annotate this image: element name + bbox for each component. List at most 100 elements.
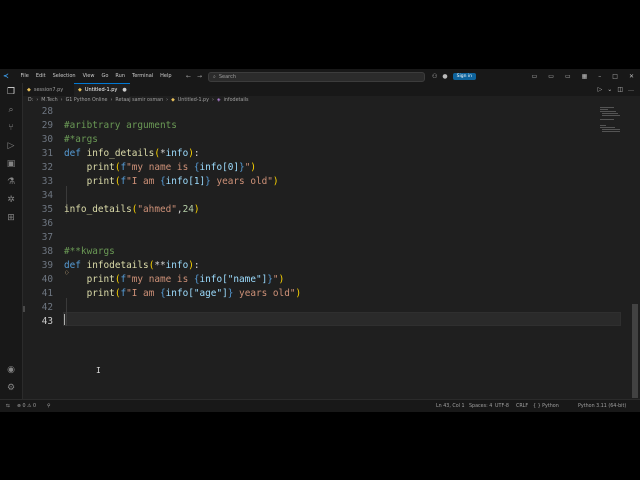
line-number: 30 — [41, 134, 53, 145]
testing-icon[interactable]: ⚗ — [5, 176, 17, 188]
text-cursor — [64, 314, 65, 325]
code-line[interactable]: 28 — [23, 105, 623, 119]
remote-indicator-icon[interactable]: ⇆ — [6, 400, 10, 412]
code-line[interactable]: 34 — [23, 189, 623, 203]
menu-edit[interactable]: Edit — [32, 73, 49, 79]
layout-sidebar-icon[interactable]: ▭ — [532, 73, 538, 80]
breadcrumb: D: › M.Tech › G1 Python Online › Retaaj sam… — [28, 98, 249, 103]
command-center-search[interactable]: ⌕ Search — [208, 72, 425, 82]
tab-label: Untitled-1.py — [84, 87, 118, 93]
ports-icon[interactable]: ⚲ — [47, 400, 51, 412]
layout-customize-icon[interactable]: ▦ — [582, 73, 588, 80]
account-icon[interactable]: ● — [442, 73, 447, 80]
status-bar: ⇆ ⊗ 0 ⚠ 0 ⚲ Ln 43, Col 1 Spaces: 4 UTF-8… — [0, 399, 640, 412]
code-line[interactable]: 40 print(f"my name is {info["name"]}") — [23, 273, 623, 287]
breadcrumb-item[interactable]: Retaaj samir osman — [115, 98, 163, 103]
problems-indicator[interactable]: ⊗ 0 ⚠ 0 — [17, 400, 36, 412]
line-text: def info_details(*info): — [64, 148, 200, 159]
line-number: 29 — [41, 120, 53, 131]
accounts-icon[interactable]: ◉ — [5, 364, 17, 376]
mouse-ibeam-icon: I — [96, 366, 101, 375]
line-number: 43 — [41, 316, 53, 327]
lightbulb-icon[interactable]: ◌ — [65, 269, 69, 276]
cursor-position[interactable]: Ln 43, Col 1 — [436, 400, 465, 412]
function-symbol-icon: ◈ — [216, 98, 221, 103]
layout-panel-icon[interactable]: ▭ — [548, 73, 554, 80]
code-line[interactable]: 41 print(f"I am {info["age"]} years old"… — [23, 287, 623, 301]
line-text: print(f"my name is {info["name"]}") — [86, 274, 285, 285]
code-line[interactable]: 29 #aribtrary arguments — [23, 119, 623, 133]
layout-secondary-icon[interactable]: ▭ — [565, 73, 571, 80]
end-of-line[interactable]: CRLF — [516, 400, 528, 412]
line-number: 31 — [41, 148, 53, 159]
manage-gear-icon[interactable]: ⚙ — [5, 382, 17, 394]
menu-run[interactable]: Run — [112, 73, 129, 79]
run-debug-icon[interactable]: ▷ — [5, 140, 17, 152]
line-number: 35 — [41, 204, 53, 215]
menu-view[interactable]: View — [79, 73, 98, 79]
remote-explorer-icon[interactable]: ▣ — [5, 158, 17, 170]
encoding[interactable]: UTF-8 — [495, 400, 509, 412]
run-dropdown-icon[interactable]: ⌄ — [607, 86, 612, 93]
code-line[interactable]: 38 #**kwargs — [23, 245, 623, 259]
line-number: 42 — [41, 302, 53, 313]
python-interpreter[interactable]: Python 3.11 (64-bit) — [578, 400, 626, 412]
breadcrumb-item[interactable]: infodetails — [224, 98, 249, 103]
line-text: #*args — [64, 134, 98, 145]
line-number: 32 — [41, 162, 53, 173]
fold-marker — [23, 306, 25, 312]
line-number: 40 — [41, 274, 53, 285]
forward-arrow-icon[interactable]: → — [197, 73, 202, 80]
minimize-icon[interactable]: – — [598, 73, 601, 80]
code-line[interactable]: 31 def info_details(*info): — [23, 147, 623, 161]
line-number: 41 — [41, 288, 53, 299]
code-line[interactable]: 30 #*args — [23, 133, 623, 147]
dirty-dot-icon[interactable]: ● — [122, 87, 126, 93]
close-icon[interactable]: ✕ — [629, 73, 634, 80]
python-icon[interactable]: ✲ — [5, 194, 17, 206]
source-control-icon[interactable]: ⑂ — [5, 122, 17, 134]
menu-go[interactable]: Go — [98, 73, 112, 79]
indentation[interactable]: Spaces: 4 — [469, 400, 492, 412]
split-editor-icon[interactable]: ◫ — [617, 86, 623, 93]
copilot-icon[interactable]: ⚇ — [432, 73, 437, 80]
vscode-window: ≺ File Edit Selection View Go Run Termin… — [0, 69, 640, 412]
run-python-icon[interactable]: ▷ — [598, 86, 603, 93]
line-text: print(f"I am {info[1]} years old") — [86, 176, 279, 187]
more-actions-icon[interactable]: … — [628, 86, 634, 93]
breadcrumb-item[interactable]: G1 Python Online — [66, 98, 108, 103]
tab-untitled-1[interactable]: ◆ Untitled-1.py ● — [74, 83, 130, 96]
code-line[interactable]: 43 — [23, 315, 623, 329]
maximize-icon[interactable]: □ — [612, 73, 618, 80]
menu-terminal[interactable]: Terminal — [129, 73, 157, 79]
back-arrow-icon[interactable]: ← — [186, 73, 191, 80]
breadcrumb-item[interactable]: Untitled-1.py — [178, 98, 209, 103]
breadcrumb-item[interactable]: M.Tech — [41, 98, 57, 103]
tab-session7[interactable]: ◆ session7.py — [23, 83, 73, 96]
code-line[interactable]: 37 — [23, 231, 623, 245]
menu-selection[interactable]: Selection — [49, 73, 79, 79]
editor-tabs: ◆ session7.py ◆ Untitled-1.py ● — [23, 83, 640, 96]
title-bar-actions: ⚇ ● Sign in — [432, 69, 476, 83]
line-number: 34 — [41, 190, 53, 201]
nav-arrows: ← → — [186, 69, 202, 83]
code-line[interactable]: 36 — [23, 217, 623, 231]
menu-help[interactable]: Help — [157, 73, 175, 79]
search-icon: ⌕ — [213, 74, 216, 80]
code-line[interactable]: 35 info_details("ahmed",24) — [23, 203, 623, 217]
code-line[interactable]: 32 print(f"my name is {info[0]}") — [23, 161, 623, 175]
menu-file[interactable]: File — [17, 73, 32, 79]
code-line[interactable]: 39 def infodetails(**info): — [23, 259, 623, 273]
explorer-icon[interactable]: ❐ — [5, 86, 17, 98]
line-number: 33 — [41, 176, 53, 187]
search-view-icon[interactable]: ⌕ — [5, 104, 17, 116]
code-editor[interactable]: 28 29 #aribtrary arguments 30 #*args 31 def in… — [23, 105, 628, 399]
code-line[interactable]: 33 print(f"I am {info[1]} years old") — [23, 175, 623, 189]
extensions-icon[interactable]: ⊞ — [5, 212, 17, 224]
code-line[interactable]: 42 — [23, 301, 623, 315]
language-mode[interactable]: { } Python — [533, 400, 559, 412]
vertical-scrollbar[interactable] — [632, 304, 638, 398]
breadcrumb-item[interactable]: D: — [28, 98, 33, 103]
minimap[interactable] — [600, 105, 622, 165]
sign-in-button[interactable]: Sign in — [452, 72, 476, 80]
